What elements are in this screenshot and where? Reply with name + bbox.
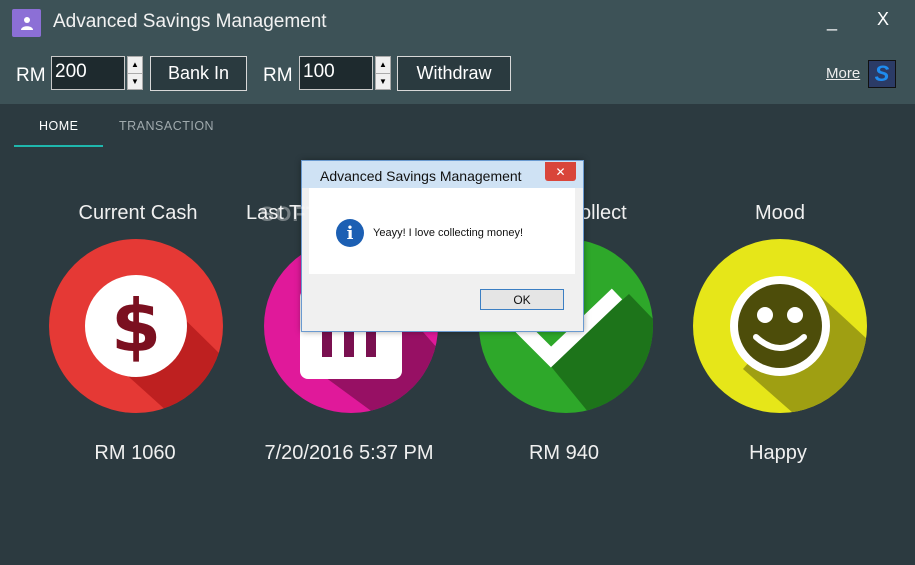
to-collect-value: RM 940 [528,442,600,464]
stepper-up-icon[interactable]: ▲ [376,57,390,74]
tab-home[interactable]: HOME [39,119,79,133]
active-tab-indicator [14,145,103,147]
mood-value: Happy [749,442,807,464]
current-cash-label: Current Cash [78,202,198,224]
dialog-title: Advanced Savings Management [320,168,522,184]
mood-label: Mood [754,202,806,224]
app-user-icon [12,9,41,37]
last-transaction-value: 7/20/2016 5:37 PM [264,442,434,464]
withdraw-amount-input[interactable]: 100 [299,56,373,90]
minimize-button[interactable]: _ [827,11,839,32]
softpedia-watermark: SOFTPEDIA [260,203,390,226]
info-icon: i [336,219,364,247]
deposit-amount-stepper[interactable]: ▲ ▼ [127,56,143,90]
ok-button[interactable]: OK [480,289,564,310]
withdraw-amount-stepper[interactable]: ▲ ▼ [375,56,391,90]
tab-transaction[interactable]: TRANSACTION [119,119,214,133]
withdraw-button[interactable]: Withdraw [397,56,511,91]
dialog-title-bar: Advanced Savings Management ✕ [302,161,583,188]
softpedia-logo[interactable]: S [868,60,896,88]
close-button[interactable]: X [877,9,889,30]
dollar-icon: $ [49,239,223,413]
dialog-message: Yeayy! I love collecting money! [373,227,524,239]
window-title: Advanced Savings Management [53,11,327,32]
stepper-down-icon[interactable]: ▼ [376,74,390,90]
dialog-body: SOFTPEDIA i Yeayy! I love collecting mon… [260,188,575,274]
to-collect-label: ollect [580,202,627,224]
dialog-close-button[interactable]: ✕ [545,162,576,181]
message-dialog: Advanced Savings Management ✕ SOFTPEDIA … [260,160,584,332]
bank-in-button[interactable]: Bank In [150,56,247,91]
more-link[interactable]: More [826,65,860,82]
deposit-amount-input[interactable]: 200 [51,56,125,90]
tab-bar: HOME TRANSACTION [0,104,915,148]
svg-text:$: $ [111,284,161,368]
current-cash-value: RM 1060 [94,442,176,464]
title-bar: Advanced Savings Management _ X [0,0,915,46]
deposit-currency-label: RM [16,65,46,86]
toolbar: RM 200 ▲ ▼ Bank In RM 100 ▲ ▼ Withdraw M… [0,46,915,104]
stepper-up-icon[interactable]: ▲ [128,57,142,74]
withdraw-currency-label: RM [263,65,293,86]
stepper-down-icon[interactable]: ▼ [128,74,142,90]
smiley-icon [693,239,867,413]
